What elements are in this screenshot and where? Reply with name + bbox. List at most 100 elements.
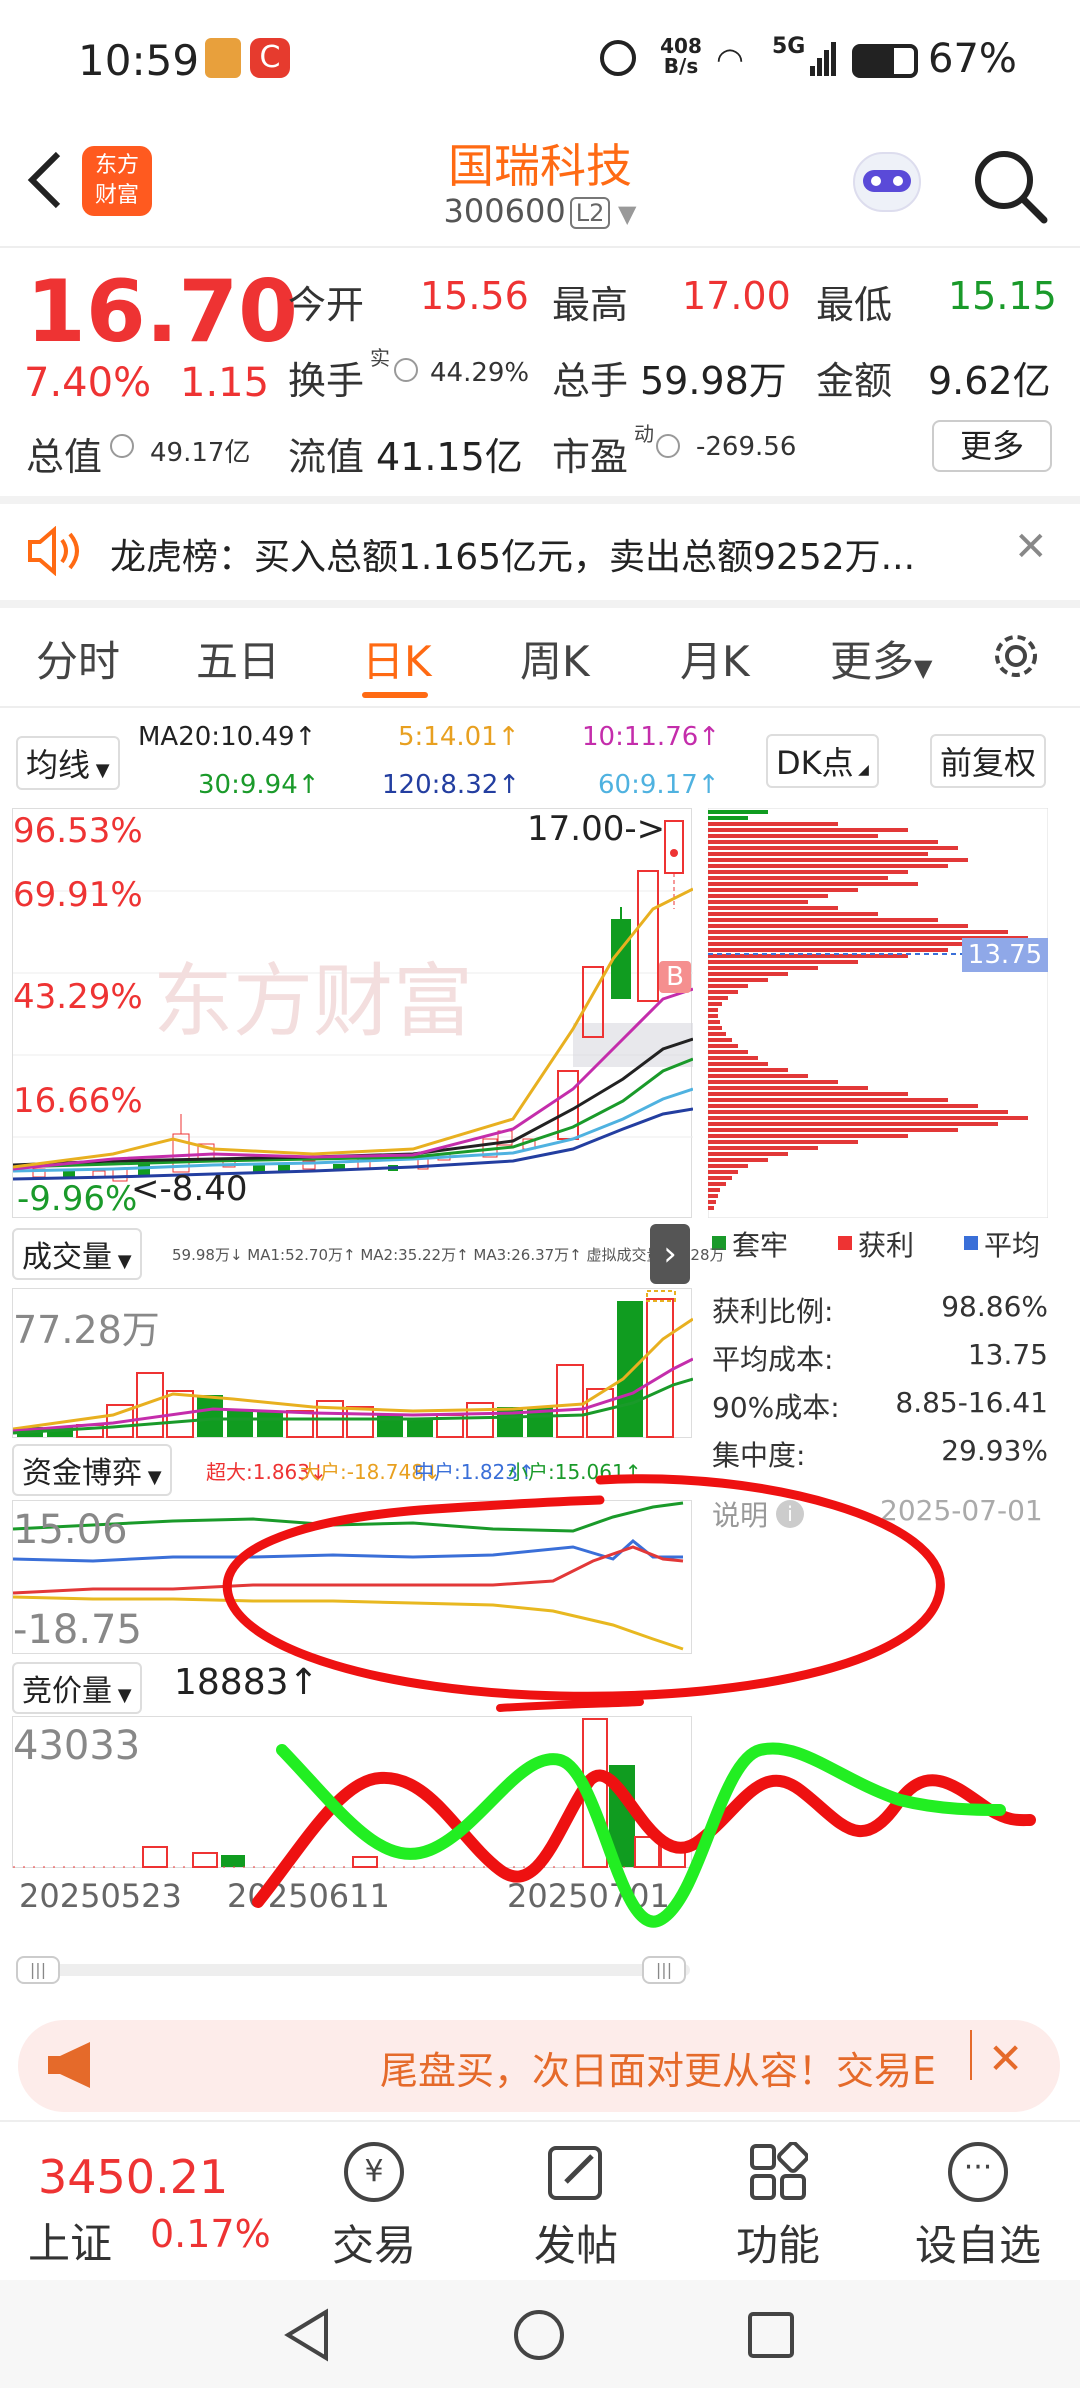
ma30-value: 30:9.94↑ — [198, 770, 320, 800]
notice-text[interactable]: 龙虎榜：买入总额1.165亿元，卖出总额9252万... — [110, 528, 915, 580]
mcap-value: 49.17亿 — [150, 438, 251, 468]
turnover-sup: 实 — [370, 346, 390, 370]
avg-cost-marker: 13.75 — [962, 938, 1048, 972]
y-label-3: 43.29% — [13, 977, 143, 1017]
tab-intraday[interactable]: 分时 — [36, 628, 120, 689]
adjust-button[interactable]: 前复权 — [930, 734, 1047, 788]
tab-weekly-k[interactable]: 周K — [520, 628, 590, 689]
post-edit-icon[interactable] — [546, 2142, 606, 2202]
range-handle-right[interactable]: ||| — [642, 1956, 686, 1984]
legend-avg: 平均 — [984, 1229, 1041, 1262]
tab-five-day[interactable]: 五日 — [196, 628, 280, 689]
tab-daily-k[interactable]: 日K — [362, 628, 432, 689]
tab-more-label: 更多 — [830, 637, 915, 686]
index-value[interactable]: 3450.21 — [38, 2150, 228, 2204]
hand-drawn-annotations — [222, 1474, 1036, 1928]
functions-grid-icon[interactable] — [748, 2142, 808, 2202]
promo-text[interactable]: 尾盘买，次日面对更从容！交易E — [380, 2040, 936, 2095]
profit-ratio-label: 获利比例: — [712, 1295, 834, 1328]
volume-chart[interactable]: 77.28万 — [12, 1288, 693, 1438]
legend-swatch-profit — [838, 1236, 852, 1250]
ma20-value: MA20:10.49↑ — [138, 722, 317, 752]
avg-cost-label: 平均成本: — [712, 1343, 834, 1376]
info-dots-icon[interactable] — [656, 434, 680, 458]
high-marker: 17.00-> — [527, 809, 666, 849]
active-tab-indicator — [362, 692, 428, 698]
open-value: 15.56 — [420, 274, 529, 318]
avg-cost-value: 13.75 — [967, 1338, 1048, 1371]
index-percent: 0.17% — [150, 2212, 271, 2256]
gear-icon[interactable] — [990, 630, 1042, 682]
y-label-top: 96.53% — [13, 811, 143, 851]
signal-label: 5G — [772, 34, 806, 59]
more-dots-icon[interactable]: ··· — [948, 2142, 1008, 2202]
change-amount: 1.15 — [180, 360, 270, 406]
dk-point-button[interactable]: DK点 ◢ — [766, 734, 879, 788]
nav-functions[interactable]: 功能 — [698, 2212, 858, 2273]
nav-post[interactable]: 发帖 — [496, 2212, 656, 2273]
float-label: 流值 — [288, 435, 365, 479]
trade-icon[interactable]: ¥ — [344, 2142, 404, 2202]
close-icon[interactable]: ✕ — [988, 2034, 1023, 2083]
wifi-icon: ◠ — [716, 40, 744, 78]
expand-chevron-icon[interactable]: › — [650, 1224, 690, 1284]
legend-trapped: 套牢 — [732, 1229, 789, 1262]
volume-max-label: 77.28万 — [13, 1308, 160, 1352]
tab-more[interactable]: 更多▼ — [830, 628, 932, 689]
nav-trade[interactable]: 交易 — [294, 2212, 454, 2273]
kline-chart[interactable]: 东方财富 96.53% 69.91% 43.29% 16.66% -9.96% … — [12, 808, 693, 1219]
info-dots-icon[interactable] — [394, 358, 418, 382]
megaphone-icon — [48, 2042, 90, 2088]
turnover-value: 44.29% — [430, 358, 530, 388]
mcap-label: 总值 — [26, 435, 103, 479]
open-label: 今开 — [288, 283, 365, 327]
high-label: 最高 — [552, 283, 629, 327]
amount-label: 金额 — [816, 359, 893, 403]
y-label-2: 69.91% — [13, 875, 143, 915]
assistant-robot-icon[interactable] — [845, 146, 929, 226]
range-handle-left[interactable]: ||| — [16, 1956, 60, 1984]
range-slider-track[interactable] — [16, 1964, 690, 1976]
ma120-value: 120:8.32↑ — [382, 770, 521, 800]
pe-value: -269.56 — [696, 432, 797, 462]
low-value: 15.15 — [948, 274, 1057, 318]
level-badge: L2 — [569, 197, 611, 229]
volume-selector[interactable]: 成交量 ▼ — [12, 1228, 142, 1280]
watermark: 东方财富 — [153, 955, 473, 1048]
chip-distribution-chart[interactable]: 13.75 — [708, 808, 1048, 1218]
chevron-down-icon: ▼ — [112, 1251, 132, 1272]
last-price: 16.70 — [26, 262, 299, 362]
nav-add-watchlist[interactable]: 设自选 — [898, 2212, 1058, 2273]
buy-marker[interactable]: B — [659, 961, 691, 993]
more-quote-button[interactable]: 更多 — [932, 420, 1052, 472]
index-name[interactable]: 上证 — [28, 2210, 112, 2271]
nav-home-icon[interactable] — [512, 2308, 566, 2362]
ma-selector[interactable]: 均线 ▼ — [16, 736, 120, 790]
change-percent: 7.40% — [24, 360, 152, 406]
nav-recents-icon[interactable] — [746, 2310, 796, 2360]
cost90-value: 8.85-16.41 — [895, 1386, 1048, 1419]
profit-ratio-value: 98.86% — [941, 1290, 1048, 1323]
volume-value: 59.98万 — [640, 359, 787, 403]
search-icon[interactable] — [970, 146, 1050, 226]
ma60-value: 60:9.17↑ — [598, 770, 720, 800]
net-speed: 408 B/s — [660, 34, 702, 78]
volume-selector-label: 成交量 — [22, 1240, 112, 1275]
ma5-value: 5:14.01↑ — [398, 722, 520, 752]
stock-code: 300600 — [443, 192, 566, 230]
tab-monthly-k[interactable]: 月K — [680, 628, 750, 689]
info-dots-icon[interactable] — [110, 434, 134, 458]
chevron-down-icon: ▼ — [610, 200, 637, 228]
y-label-4: 16.66% — [13, 1081, 143, 1121]
volume-header: 59.98万↓ MA1:52.70万↑ MA2:35.22万↑ MA3:26.3… — [172, 1246, 725, 1264]
cost90-label: 90%成本: — [712, 1391, 840, 1424]
nav-back-icon[interactable] — [282, 2308, 332, 2362]
low-label: 最低 — [816, 283, 893, 327]
close-icon[interactable]: ✕ — [1014, 524, 1048, 570]
battery-percent: 67% — [928, 36, 1017, 82]
legend-swatch-avg — [964, 1236, 978, 1250]
corner-icon: ◢ — [853, 762, 869, 778]
status-time: 10:59 — [78, 36, 200, 85]
high-value: 17.00 — [682, 274, 791, 318]
turnover-label: 换手 — [288, 359, 365, 403]
